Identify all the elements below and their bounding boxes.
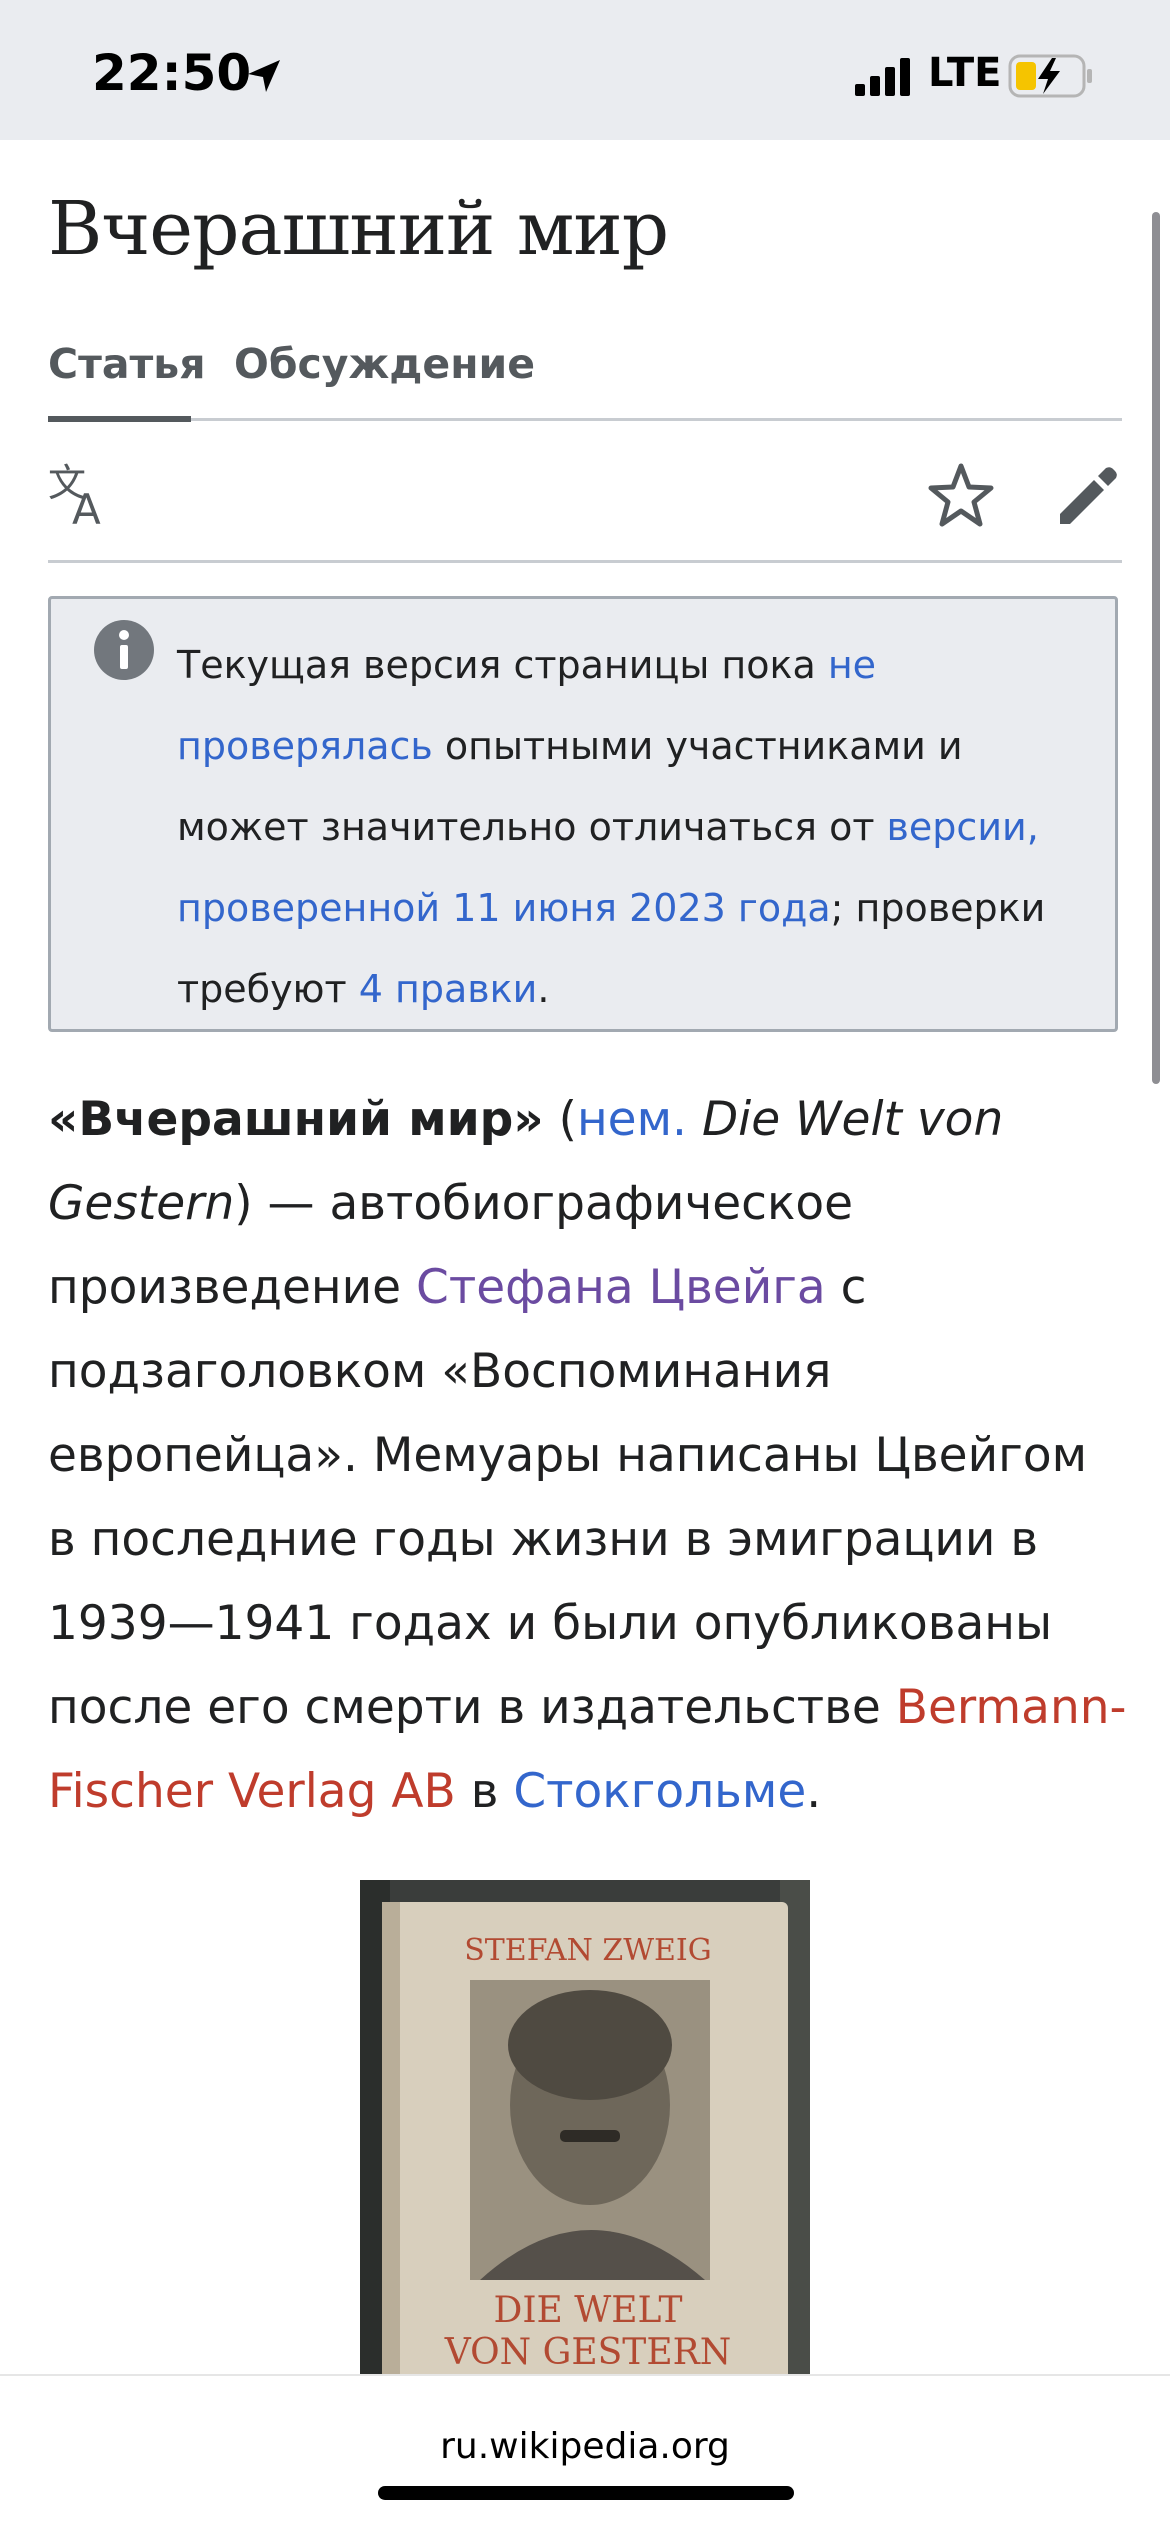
notice-text-part: . [537, 967, 550, 1011]
article-text: . [806, 1764, 822, 1819]
book-author: STEFAN ZWEIG [464, 1933, 712, 1968]
article-lead-paragraph: «Вчерашний мир» (нем. Die Welt von Geste… [48, 1078, 1128, 1834]
location-arrow-icon [248, 60, 280, 92]
german-language-link[interactable]: нем. [577, 1092, 687, 1147]
translate-icon[interactable]: 文 A [48, 460, 118, 530]
notice-text-part: Текущая версия страницы пока [177, 643, 828, 687]
info-icon [94, 620, 154, 680]
tab-article[interactable]: Статья [48, 340, 206, 388]
tab-discussion[interactable]: Обсуждение [234, 340, 535, 388]
url-text[interactable]: ru.wikipedia.org [0, 2426, 1170, 2467]
page-actions-toolbar: 文 A [48, 430, 1122, 563]
notice-text: Текущая версия страницы пока не проверял… [177, 625, 1077, 1030]
pencil-icon[interactable] [1054, 460, 1124, 530]
article-text: в [455, 1764, 514, 1819]
article-tabs: Статья Обсуждение [48, 330, 1122, 422]
status-bar: 22:50 LTE [0, 0, 1170, 140]
active-tab-indicator [48, 416, 191, 422]
network-type: LTE [928, 50, 1002, 96]
star-icon[interactable] [926, 460, 996, 530]
article-text: с подзаголовком «Воспоминания европейца»… [48, 1260, 1088, 1735]
author-link[interactable]: Стефана Цвейга [416, 1260, 826, 1315]
signal-bars-icon [855, 58, 910, 96]
scrollbar-thumb[interactable] [1152, 212, 1160, 1084]
browser-address-bar[interactable]: ru.wikipedia.org [0, 2374, 1170, 2534]
book-title-line-1: DIE WELT [493, 2290, 682, 2331]
article-text: ( [543, 1092, 577, 1147]
book-title-line-2: VON GESTERN [444, 2332, 731, 2373]
home-indicator[interactable] [378, 2486, 794, 2500]
status-time: 22:50 [92, 44, 252, 102]
pending-edits-link[interactable]: 4 правки [359, 967, 538, 1011]
city-link[interactable]: Стокгольме [513, 1764, 806, 1819]
article-subject: «Вчерашний мир» [48, 1092, 544, 1147]
battery-charging-icon [1008, 54, 1092, 98]
page-title: Вчерашний мир [48, 186, 669, 272]
book-cover-image[interactable]: STEFAN ZWEIG DIE WELT VON GESTERN [360, 1880, 810, 2380]
unreviewed-version-notice: Текущая версия страницы пока не проверял… [48, 596, 1118, 1032]
svg-text:A: A [72, 485, 101, 530]
